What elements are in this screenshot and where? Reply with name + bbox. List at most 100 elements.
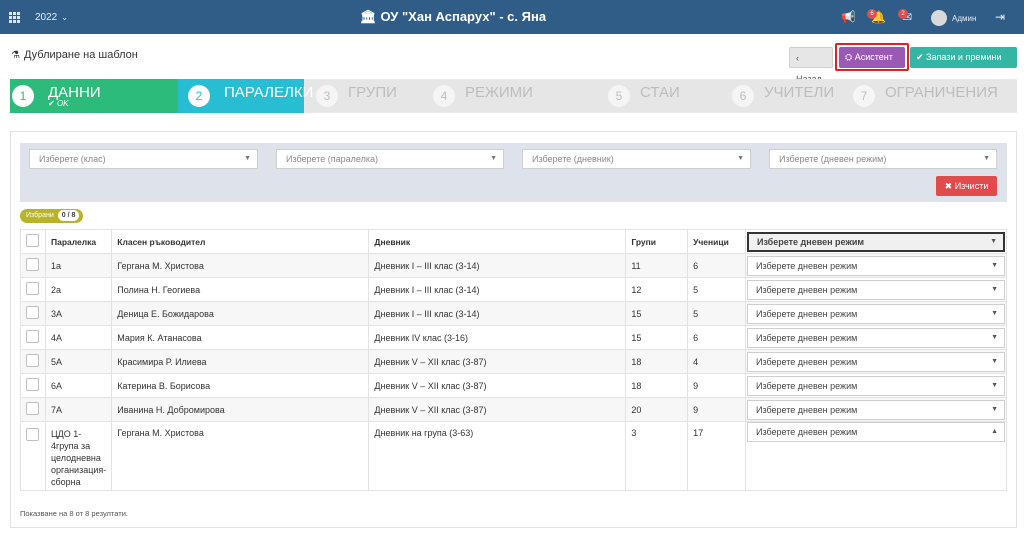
cell-students: 5 <box>687 277 746 302</box>
step-number: 7 <box>853 85 875 107</box>
save-and-continue-button[interactable]: ✔ Запази и премини <box>910 47 1017 68</box>
row-mode-select[interactable]: Изберете дневен режим ▼ <box>746 351 1005 372</box>
row-mode-select[interactable]: Изберете дневен режим ▼ <box>746 255 1005 276</box>
header-journal[interactable]: Дневник <box>368 229 627 254</box>
step-label: СТАИ <box>640 84 680 101</box>
step-label: ОГРАНИЧЕНИЯ <box>885 84 998 101</box>
row-mode-label: Изберете дневен режим <box>755 356 858 367</box>
cell-journal: Дневник на група (3-63) <box>368 421 627 491</box>
school-name-label: ОУ "Хан Аспарух" - с. Яна <box>380 9 547 24</box>
mode-filter-select[interactable]: Изберете (дневен режим) ▼ <box>769 149 997 169</box>
year-selector[interactable]: 2022 ⌄ <box>35 12 68 23</box>
cell-teacher: Мария К. Атанасова <box>111 325 370 350</box>
caret-down-icon: ▼ <box>991 405 998 413</box>
section-filter-select[interactable]: Изберете (паралелка) ▼ <box>276 149 504 169</box>
row-mode-label: Изберете дневен режим <box>755 380 858 391</box>
avatar[interactable] <box>931 10 947 26</box>
row-mode-select[interactable]: Изберете дневен режим ▼ <box>746 279 1005 300</box>
template-icon: ⚗ <box>11 50 20 61</box>
row-mode-label: Изберете дневен режим <box>755 284 858 295</box>
header-mode-cell: Изберете дневен режим ▼ <box>744 229 1008 254</box>
apps-grid-icon[interactable] <box>9 12 20 23</box>
header-section[interactable]: Паралелка <box>44 229 113 254</box>
page-title-text: Дублиране на шаблон <box>23 49 138 61</box>
row-mode-label: Изберете дневен режим <box>755 427 858 437</box>
step-constraints[interactable]: 7 ОГРАНИЧЕНИЯ <box>853 79 1013 113</box>
assistant-button[interactable]: ⛭ Асистент <box>839 47 905 68</box>
year-label: 2022 <box>35 12 58 23</box>
header-groups[interactable]: Групи <box>625 229 689 254</box>
cell-journal: Дневник V – XII клас (3-87) <box>368 373 627 398</box>
row-checkbox[interactable] <box>26 378 39 391</box>
cell-groups: 18 <box>625 349 689 374</box>
cell-teacher: Гергана М. Христова <box>111 253 370 278</box>
cell-section: 7А <box>44 397 113 422</box>
cell-teacher: Гергана М. Христова <box>111 421 370 491</box>
cell-journal: Дневник I – III клас (3-14) <box>368 253 627 278</box>
bulk-mode-select[interactable]: Изберете дневен режим ▼ <box>746 231 1005 252</box>
results-summary: Показване на 8 от 8 резултати. <box>20 509 128 518</box>
logout-icon[interactable]: ⇥ <box>995 10 1005 24</box>
mode-filter-placeholder: Изберете (дневен режим) <box>779 154 887 164</box>
step-modes[interactable]: 4 РЕЖИМИ <box>433 79 593 113</box>
step-label: УЧИТЕЛИ <box>764 84 835 101</box>
cell-section: 3А <box>44 301 113 326</box>
selected-label: Избрани <box>26 212 54 219</box>
cell-students: 17 <box>687 421 746 491</box>
class-filter-select[interactable]: Изберете (клас) ▼ <box>29 149 258 169</box>
assistant-label: Асистент <box>854 52 893 62</box>
row-mode-select[interactable]: Изберете дневен режим ▼ <box>746 375 1005 396</box>
selected-count-badge: Избрани 0 / 8 <box>20 209 84 223</box>
clear-filters-button[interactable]: ✖ Изчисти <box>936 176 997 196</box>
row-mode-label: Изберете дневен режим <box>755 308 858 319</box>
user-name[interactable]: Админ <box>952 14 976 23</box>
cell-students: 9 <box>687 397 746 422</box>
cell-teacher: Иванина Н. Добромирова <box>111 397 370 422</box>
header-checkbox-cell <box>20 229 46 254</box>
journal-filter-select[interactable]: Изберете (дневник) ▼ <box>522 149 751 169</box>
step-data[interactable]: 1 ДАННИ ✔ OK <box>10 79 178 113</box>
row-mode-select[interactable]: Изберете дневен режим ▲ <box>746 422 1005 442</box>
row-mode-select[interactable]: Изберете дневен режим ▼ <box>746 399 1005 420</box>
cell-teacher: Полина Н. Геогиева <box>111 277 370 302</box>
table-row: 4А Мария К. Атанасова Дневник IV клас (3… <box>20 325 1008 350</box>
row-checkbox[interactable] <box>26 282 39 295</box>
cell-journal: Дневник IV клас (3-16) <box>368 325 627 350</box>
step-groups[interactable]: 3 ГРУПИ <box>316 79 426 113</box>
table-row: 6А Катерина В. Борисова Дневник V – XII … <box>20 373 1008 398</box>
notification-badge: 6 <box>867 9 877 19</box>
row-checkbox[interactable] <box>26 306 39 319</box>
table-row: 2а Полина Н. Геогиева Дневник I – III кл… <box>20 277 1008 302</box>
message-badge: 2 <box>898 9 908 19</box>
table-row: 7А Иванина Н. Добромирова Дневник V – XI… <box>20 397 1008 422</box>
megaphone-icon[interactable]: 📢 <box>841 10 856 24</box>
header-students[interactable]: Ученици <box>687 229 746 254</box>
select-all-checkbox[interactable] <box>26 234 39 247</box>
row-checkbox[interactable] <box>26 402 39 415</box>
cell-section: 4А <box>44 325 113 350</box>
row-checkbox[interactable] <box>26 354 39 367</box>
header-teacher[interactable]: Класен ръководител <box>111 229 370 254</box>
table-row: 5А Красимира Р. Илиева Дневник V – XII к… <box>20 349 1008 374</box>
step-label: РЕЖИМИ <box>465 84 533 101</box>
table-row: 3А Деница Е. Божидарова Дневник I – III … <box>20 301 1008 326</box>
row-mode-select[interactable]: Изберете дневен режим ▼ <box>746 327 1005 348</box>
cell-section: 6А <box>44 373 113 398</box>
step-teachers[interactable]: 6 УЧИТЕЛИ <box>732 79 852 113</box>
caret-down-icon: ▼ <box>991 381 998 389</box>
cell-groups: 12 <box>625 277 689 302</box>
row-checkbox[interactable] <box>26 428 39 441</box>
step-sections[interactable]: 2 ПАРАЛЕЛКИ <box>178 79 313 113</box>
step-number: 4 <box>433 85 455 107</box>
step-number: 6 <box>732 85 754 107</box>
step-number: 2 <box>188 85 210 107</box>
row-checkbox[interactable] <box>26 330 39 343</box>
caret-down-icon: ▼ <box>490 155 497 162</box>
row-mode-select[interactable]: Изберете дневен режим ▼ <box>746 303 1005 324</box>
step-rooms[interactable]: 5 СТАИ <box>608 79 718 113</box>
caret-down-icon: ▼ <box>991 261 998 269</box>
step-number: 5 <box>608 85 630 107</box>
row-checkbox[interactable] <box>26 258 39 271</box>
back-button[interactable]: ‹ Назад <box>789 47 833 84</box>
caret-down-icon: ▼ <box>991 285 998 293</box>
